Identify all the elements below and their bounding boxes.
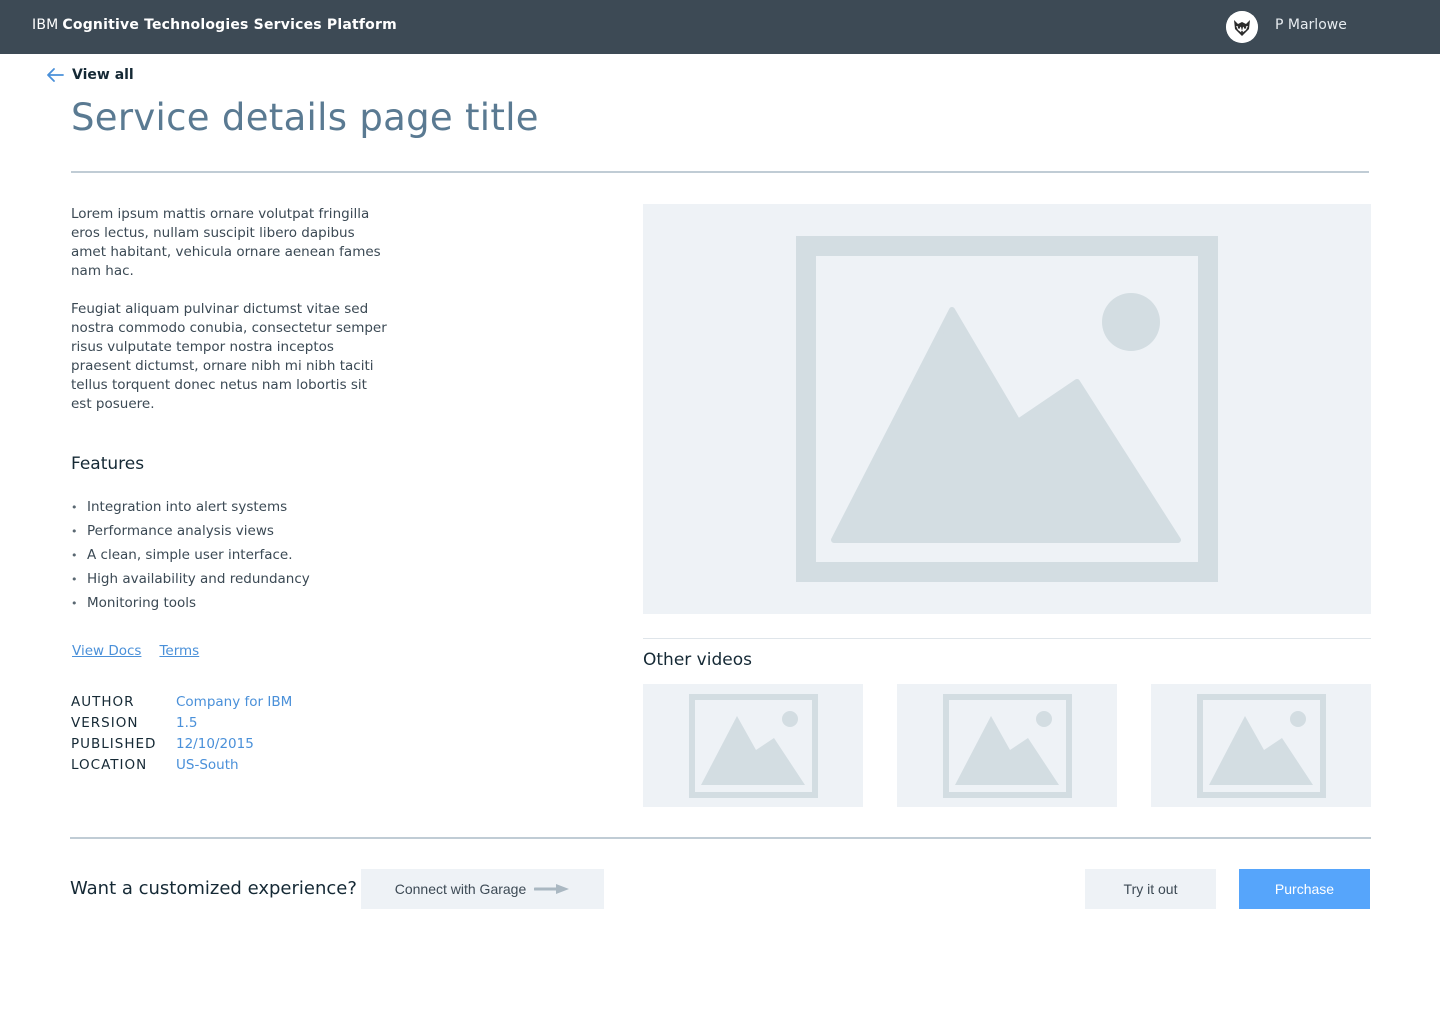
- divider: [71, 171, 1369, 173]
- other-videos-heading: Other videos: [643, 650, 752, 670]
- arrow-left-icon: [47, 68, 64, 82]
- feature-label: Monitoring tools: [87, 595, 197, 611]
- description-paragraph: Feugiat aliquam pulvinar dictumst vitae …: [71, 301, 387, 412]
- feature-item: • A clean, simple user interface.: [71, 543, 310, 567]
- raccoon-avatar-icon: [1226, 11, 1258, 43]
- divider: [70, 837, 1371, 839]
- hero-media[interactable]: [643, 204, 1371, 614]
- view-docs-link[interactable]: View Docs: [72, 643, 141, 659]
- connect-label: Connect with Garage: [394, 881, 527, 897]
- bullet-icon: •: [71, 500, 78, 514]
- user-name[interactable]: P Marlowe: [1275, 17, 1347, 33]
- image-placeholder-icon: [943, 694, 1072, 798]
- bullet-icon: •: [71, 596, 78, 610]
- image-placeholder-icon: [689, 694, 818, 798]
- view-all-link[interactable]: View all: [46, 67, 134, 83]
- avatar[interactable]: [1226, 11, 1258, 43]
- service-metadata: AUTHOR Company for IBM VERSION 1.5 PUBLI…: [71, 694, 292, 776]
- published-value: 12/10/2015: [176, 736, 254, 752]
- bullet-icon: •: [71, 548, 78, 562]
- feature-item: • Monitoring tools: [71, 591, 310, 615]
- published-label: PUBLISHED: [71, 736, 157, 752]
- feature-item: • Integration into alert systems: [71, 495, 310, 519]
- features-list: • Integration into alert systems • Perform…: [71, 495, 310, 615]
- view-all-label: View all: [72, 67, 134, 83]
- feature-label: Integration into alert systems: [87, 499, 288, 515]
- features-heading: Features: [71, 454, 145, 474]
- purchase-button[interactable]: Purchase: [1239, 869, 1370, 909]
- feature-item: • High availability and redundancy: [71, 567, 310, 591]
- feature-label: Performance analysis views: [87, 523, 274, 539]
- location-value: US-South: [176, 757, 239, 773]
- location-label: LOCATION: [71, 757, 148, 773]
- brand[interactable]: IBM Cognitive Technologies Services Platf…: [32, 17, 397, 33]
- top-bar: IBM Cognitive Technologies Services Platf…: [0, 0, 1440, 54]
- cta-text: Want a customized experience?: [70, 878, 357, 899]
- feature-item: • Performance analysis views: [71, 519, 310, 543]
- doc-links: View Docs Terms: [72, 643, 199, 659]
- author-value: Company for IBM: [176, 694, 293, 710]
- bullet-icon: •: [71, 524, 78, 538]
- try-it-out-button[interactable]: Try it out: [1085, 869, 1216, 909]
- connect-with-garage-button[interactable]: Connect with Garage: [361, 869, 604, 909]
- image-placeholder-icon: [796, 236, 1218, 582]
- author-label: AUTHOR: [71, 694, 135, 710]
- image-placeholder-icon: [1197, 694, 1326, 798]
- feature-label: A clean, simple user interface.: [87, 547, 293, 563]
- brand-prefix: IBM: [32, 17, 59, 33]
- brand-name: Cognitive Technologies Services Platform: [62, 17, 397, 33]
- version-value: 1.5: [176, 715, 198, 731]
- terms-link[interactable]: Terms: [159, 643, 199, 659]
- feature-label: High availability and redundancy: [87, 571, 310, 587]
- video-thumbnail[interactable]: [1151, 684, 1371, 807]
- video-thumbnail[interactable]: [643, 684, 863, 807]
- description-paragraph: Lorem ipsum mattis ornare volutpat fring…: [71, 206, 381, 279]
- page-title: Service details page title: [71, 96, 539, 139]
- bullet-icon: •: [71, 572, 78, 586]
- version-label: VERSION: [71, 715, 139, 731]
- video-thumbnail[interactable]: [897, 684, 1117, 807]
- divider: [643, 638, 1371, 639]
- arrow-right-icon: [534, 884, 570, 894]
